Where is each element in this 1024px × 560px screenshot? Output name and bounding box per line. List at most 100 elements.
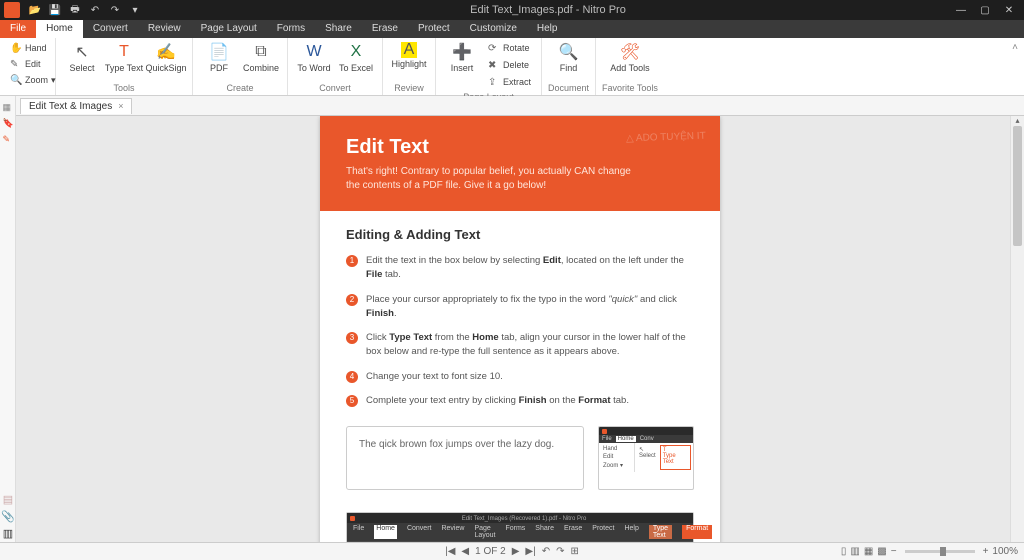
view-cont-facing-icon[interactable]: ▩ <box>877 546 886 557</box>
nav-back-button[interactable]: ↶ <box>542 546 550 557</box>
quicksign-button[interactable]: ✍QuickSign <box>146 40 186 76</box>
group-tools-label: Tools <box>113 81 134 95</box>
quick-access-toolbar: 📂 💾 🖶 ↶ ↷ ▾ <box>28 3 142 17</box>
to-word-button[interactable]: WTo Word <box>294 40 334 76</box>
group-review-label: Review <box>394 81 424 95</box>
add-tools-button[interactable]: 🛠Add Tools <box>610 40 650 76</box>
close-button[interactable]: ✕ <box>1002 5 1016 16</box>
zoom-tool[interactable]: 🔍Zoom ▾ <box>6 72 60 88</box>
group-create-label: Create <box>226 81 253 95</box>
rotate-button[interactable]: ⟳Rotate <box>484 40 535 56</box>
watermark: △ ADO TUYỆN IT <box>626 131 706 145</box>
menu-protect[interactable]: Protect <box>408 20 460 38</box>
view-facing-icon[interactable]: ▦ <box>864 546 873 557</box>
type-text-button[interactable]: TType Text <box>104 40 144 76</box>
document-tab[interactable]: Edit Text & Images × <box>20 98 132 114</box>
page-navigator: |◀ ◀ 1 OF 2 ▶ ▶| ↶ ↷ ⊞ <box>445 546 579 557</box>
group-convert-label: Convert <box>319 81 351 95</box>
zoom-out-button[interactable]: − <box>891 546 897 557</box>
insert-button[interactable]: ➕Insert <box>442 40 482 90</box>
collapse-ribbon-icon[interactable]: ˄ <box>1006 38 1024 95</box>
scroll-thumb[interactable] <box>1013 126 1022 246</box>
pdf-button[interactable]: 📄PDF <box>199 40 239 76</box>
undo-icon[interactable]: ↶ <box>88 3 102 17</box>
layers-panel-icon[interactable]: ▤ <box>3 493 13 506</box>
section-heading: Editing & Adding Text <box>346 227 694 242</box>
pdf-page: △ ADO TUYỆN IT Edit Text That's right! C… <box>320 116 720 560</box>
rotate-icon: ⟳ <box>488 43 500 54</box>
zoom-icon: 🔍 <box>10 75 22 86</box>
view-single-icon[interactable]: ▯ <box>841 546 847 557</box>
last-page-button[interactable]: ▶| <box>525 546 535 557</box>
hand-tool[interactable]: ✋Hand <box>6 40 51 56</box>
fit-button[interactable]: ⊞ <box>570 546 578 557</box>
vertical-scrollbar[interactable]: ▴ ▾ <box>1010 116 1024 560</box>
find-button[interactable]: 🔍Find <box>549 40 589 76</box>
save-icon[interactable]: 💾 <box>48 3 62 17</box>
step-5: 5Complete your text entry by clicking Fi… <box>346 394 694 408</box>
menu-erase[interactable]: Erase <box>362 20 408 38</box>
print-icon[interactable]: 🖶 <box>68 3 82 17</box>
menu-bar: File Home Convert Review Page Layout For… <box>0 20 1024 38</box>
sign-icon: ✍ <box>156 42 176 62</box>
select-button[interactable]: ↖Select <box>62 40 102 76</box>
hero-subtitle: That's right! Contrary to popular belief… <box>346 165 646 193</box>
group-favorite-label: Favorite Tools <box>602 81 658 95</box>
menu-page-layout[interactable]: Page Layout <box>191 20 267 38</box>
insert-icon: ➕ <box>452 42 472 62</box>
menu-help[interactable]: Help <box>527 20 568 38</box>
title-bar: 📂 💾 🖶 ↶ ↷ ▾ Edit Text_Images.pdf - Nitro… <box>0 0 1024 20</box>
combine-button[interactable]: ⧉Combine <box>241 40 281 76</box>
menu-home[interactable]: Home <box>36 20 83 38</box>
step-4: 4Change your text to font size 10. <box>346 370 694 384</box>
redo-icon[interactable]: ↷ <box>108 3 122 17</box>
menu-customize[interactable]: Customize <box>460 20 527 38</box>
status-bar: |◀ ◀ 1 OF 2 ▶ ▶| ↶ ↷ ⊞ ▯ ▥ ▦ ▩ − + 100% <box>0 542 1024 560</box>
step-1: 1Edit the text in the box below by selec… <box>346 254 694 283</box>
qat-more-icon[interactable]: ▾ <box>128 3 142 17</box>
maximize-button[interactable]: ▢ <box>978 5 992 16</box>
menu-review[interactable]: Review <box>138 20 191 38</box>
zoom-level[interactable]: 100% <box>992 546 1018 557</box>
extract-icon: ⇪ <box>488 77 500 88</box>
pages-panel-icon[interactable]: ▦ <box>3 102 13 112</box>
find-icon: 🔍 <box>559 42 579 62</box>
step-3: 3Click Type Text from the Home tab, alig… <box>346 331 694 360</box>
to-excel-button[interactable]: XTo Excel <box>336 40 376 76</box>
step-2: 2Place your cursor appropriately to fix … <box>346 293 694 322</box>
zoom-slider[interactable] <box>905 550 975 553</box>
menu-share[interactable]: Share <box>315 20 362 38</box>
output-panel-icon[interactable]: ▥ <box>3 527 13 540</box>
side-panel: ▦ 🔖 ✎ <box>0 96 16 560</box>
menu-convert[interactable]: Convert <box>83 20 138 38</box>
tab-close-icon[interactable]: × <box>118 101 123 111</box>
pdf-icon: 📄 <box>209 42 229 62</box>
highlight-button[interactable]: AHighlight <box>389 40 429 72</box>
zoom-in-button[interactable]: + <box>983 546 989 557</box>
combine-icon: ⧉ <box>251 42 271 62</box>
tab-label: Edit Text & Images <box>29 101 112 112</box>
prev-page-button[interactable]: ◀ <box>461 546 469 557</box>
view-continuous-icon[interactable]: ▥ <box>850 546 859 557</box>
open-icon[interactable]: 📂 <box>28 3 42 17</box>
delete-button[interactable]: ✖Delete <box>484 57 535 73</box>
next-page-button[interactable]: ▶ <box>512 546 520 557</box>
cursor-icon: ↖ <box>72 42 92 62</box>
bookmarks-panel-icon[interactable]: 🔖 <box>3 118 13 128</box>
window-title: Edit Text_Images.pdf - Nitro Pro <box>142 4 954 16</box>
menu-file[interactable]: File <box>0 20 36 38</box>
edit-tool[interactable]: ✎Edit <box>6 56 45 72</box>
minimize-button[interactable]: — <box>954 5 968 16</box>
extract-button[interactable]: ⇪Extract <box>484 74 535 90</box>
mini-screenshot-1: FileHomeConv Hand Edit Zoom ▾ ↖Select TT… <box>598 426 694 490</box>
attachments-panel-icon[interactable]: 📎 <box>1 510 15 523</box>
page-indicator: 1 OF 2 <box>475 546 506 557</box>
window-controls: — ▢ ✕ <box>954 5 1024 16</box>
excel-icon: X <box>346 42 366 62</box>
nav-forward-button[interactable]: ↷ <box>556 546 564 557</box>
side-panel-bottom: ▤ 📎 ▥ <box>0 493 16 540</box>
signatures-panel-icon[interactable]: ✎ <box>3 134 13 144</box>
document-canvas[interactable]: △ ADO TUYỆN IT Edit Text That's right! C… <box>16 116 1024 560</box>
menu-forms[interactable]: Forms <box>267 20 315 38</box>
first-page-button[interactable]: |◀ <box>445 546 455 557</box>
